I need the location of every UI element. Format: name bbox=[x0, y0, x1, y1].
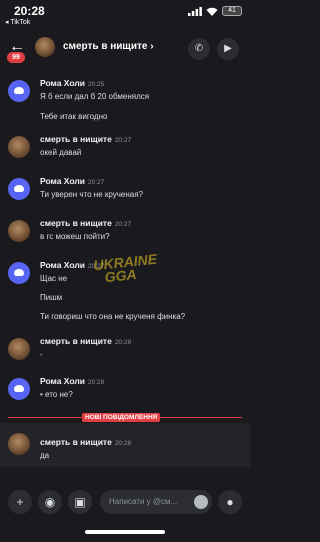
message-author: смерть в нищите 20:28 bbox=[40, 336, 132, 346]
phone-icon: ✆ bbox=[194, 43, 204, 54]
system-icons: 41 bbox=[188, 6, 242, 16]
message-author: смерть в нищите 20:28 bbox=[40, 437, 132, 447]
voice-call-button[interactable]: ✆ bbox=[188, 38, 210, 60]
message-text: Пишм bbox=[40, 293, 63, 302]
chat-title[interactable]: смерть в нищите › bbox=[63, 41, 154, 52]
avatar[interactable] bbox=[8, 378, 30, 400]
back-to-app-link[interactable]: ◂ TikTok bbox=[5, 18, 30, 26]
signal-icon bbox=[188, 6, 202, 16]
channel-header: ← 99 смерть в нищите › ✆ ▶ bbox=[0, 30, 250, 66]
avatar[interactable] bbox=[8, 220, 30, 242]
message-text: - bbox=[40, 350, 43, 359]
avatar[interactable] bbox=[8, 136, 30, 158]
message-composer: + ◉ ▣ Написати у @см... ● bbox=[0, 482, 250, 522]
new-messages-label: НОВІ ПОВІДОМЛЕННЯ bbox=[82, 413, 161, 422]
gift-button[interactable]: ▣ bbox=[68, 490, 92, 514]
message-text: да bbox=[40, 451, 50, 460]
message-text: Ти уверен что не крученая? bbox=[40, 190, 144, 199]
status-bar: 20:28 ◂ TikTok 41 bbox=[0, 0, 250, 30]
new-messages-divider: НОВІ ПОВІДОМЛЕННЯ bbox=[0, 413, 250, 422]
chevron-right-icon: › bbox=[150, 41, 154, 52]
video-icon: ▶ bbox=[224, 43, 232, 54]
battery-indicator: 41 bbox=[222, 6, 242, 16]
plus-icon: + bbox=[16, 495, 24, 509]
voice-message-button[interactable]: ● bbox=[218, 490, 242, 514]
clock: 20:28 bbox=[14, 4, 45, 18]
activities-button[interactable]: ◉ bbox=[38, 490, 62, 514]
message-author: Рома Холи 20:28 bbox=[40, 376, 105, 386]
home-indicator bbox=[85, 530, 165, 534]
message-text: в гс можеш пойти? bbox=[40, 232, 110, 241]
avatar[interactable] bbox=[8, 178, 30, 200]
unread-badge: 99 bbox=[7, 52, 25, 63]
gamepad-icon: ◉ bbox=[44, 495, 56, 509]
message-text: окей давай bbox=[40, 148, 82, 157]
message-author: смерть в нищите 20:27 bbox=[40, 218, 132, 228]
emoji-icon[interactable] bbox=[194, 495, 208, 509]
message-input-placeholder: Написати у @см... bbox=[109, 497, 178, 506]
message-text: • ето не? bbox=[40, 390, 73, 399]
wifi-icon bbox=[206, 7, 218, 16]
avatar[interactable] bbox=[8, 338, 30, 360]
message-author: Рома Холи 20:27 bbox=[40, 176, 105, 186]
message-text: Я б если дал б 20 обменялся bbox=[40, 92, 150, 101]
avatar[interactable] bbox=[8, 433, 30, 455]
message-text: Щас не bbox=[40, 274, 68, 283]
message-author: Рома Холи 20:25 bbox=[40, 78, 105, 88]
microphone-icon: ● bbox=[226, 495, 234, 509]
message-author: смерть в нищите 20:27 bbox=[40, 134, 132, 144]
avatar[interactable] bbox=[8, 80, 30, 102]
video-call-button[interactable]: ▶ bbox=[217, 38, 239, 60]
message-text: Тебе итак вигодно bbox=[40, 112, 108, 121]
message-group[interactable]: смерть в нищите 20:28 да bbox=[0, 423, 250, 467]
header-avatar[interactable] bbox=[35, 37, 55, 57]
gift-icon: ▣ bbox=[74, 495, 86, 509]
avatar[interactable] bbox=[8, 262, 30, 284]
message-text: Ти говориш что она не крученя финка? bbox=[40, 312, 186, 321]
message-input[interactable]: Написати у @см... bbox=[100, 490, 212, 514]
add-attachment-button[interactable]: + bbox=[8, 490, 32, 514]
